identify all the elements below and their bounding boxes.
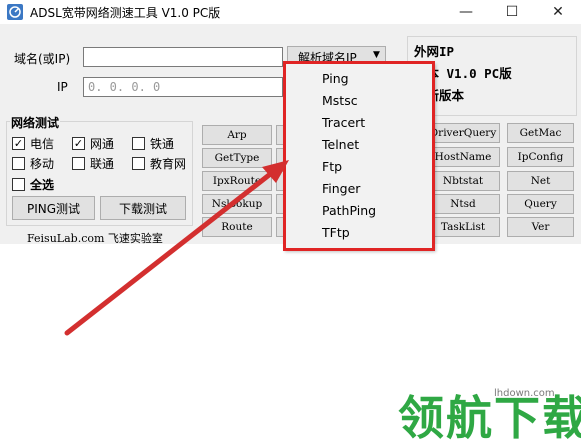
annotation-arrow bbox=[64, 160, 289, 336]
watermark-url: lhdown.com bbox=[494, 388, 555, 399]
